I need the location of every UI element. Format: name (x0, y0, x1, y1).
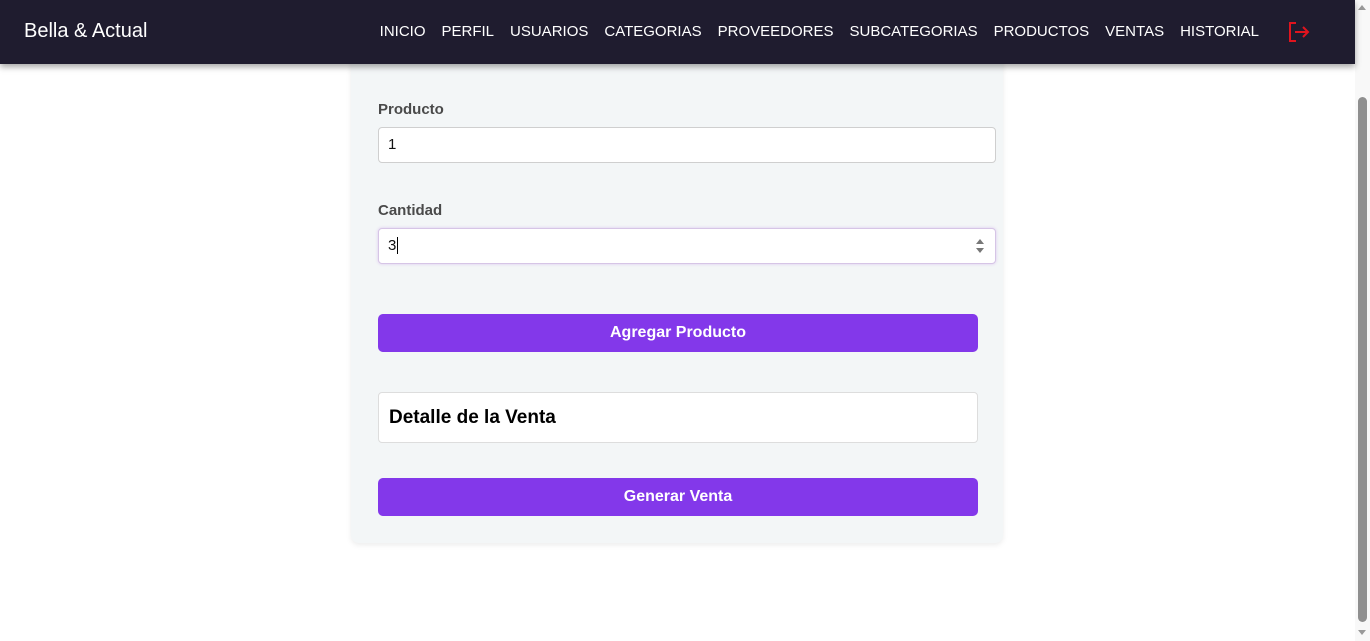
nav-inicio[interactable]: INICIO (380, 23, 426, 40)
nav-categorias[interactable]: CATEGORIAS (604, 23, 701, 40)
nav-menu: INICIO PERFIL USUARIOS CATEGORIAS PROVEE… (380, 23, 1259, 40)
scroll-down-icon[interactable] (1358, 630, 1366, 635)
nav-subcategorias[interactable]: SUBCATEGORIAS (850, 23, 978, 40)
scrollbar[interactable] (1355, 0, 1370, 641)
nav-perfil[interactable]: PERFIL (442, 23, 495, 40)
cantidad-value: 3 (388, 237, 397, 254)
scroll-up-icon[interactable] (1358, 5, 1366, 10)
scrollbar-thumb[interactable] (1358, 97, 1367, 622)
sale-detail-title: Detalle de la Venta (378, 392, 978, 443)
nav-proveedores[interactable]: PROVEEDORES (718, 23, 834, 40)
nav-usuarios[interactable]: USUARIOS (510, 23, 588, 40)
producto-label: Producto (378, 101, 444, 118)
add-product-button[interactable]: Agregar Producto (378, 314, 978, 352)
nav-ventas[interactable]: VENTAS (1105, 23, 1164, 40)
number-spinner-icon[interactable] (975, 238, 985, 254)
nav-historial[interactable]: HISTORIAL (1180, 23, 1259, 40)
generate-sale-button[interactable]: Generar Venta (378, 478, 978, 516)
cantidad-input[interactable]: 3 (378, 228, 996, 264)
sale-form-card (351, 40, 1003, 543)
nav-productos[interactable]: PRODUCTOS (994, 23, 1090, 40)
logout-icon[interactable] (1288, 22, 1310, 42)
brand-logo[interactable]: Bella & Actual (24, 20, 147, 43)
cantidad-label: Cantidad (378, 202, 443, 219)
navbar: Bella & Actual INICIO PERFIL USUARIOS CA… (0, 0, 1355, 64)
producto-input[interactable]: 1 (378, 127, 996, 163)
